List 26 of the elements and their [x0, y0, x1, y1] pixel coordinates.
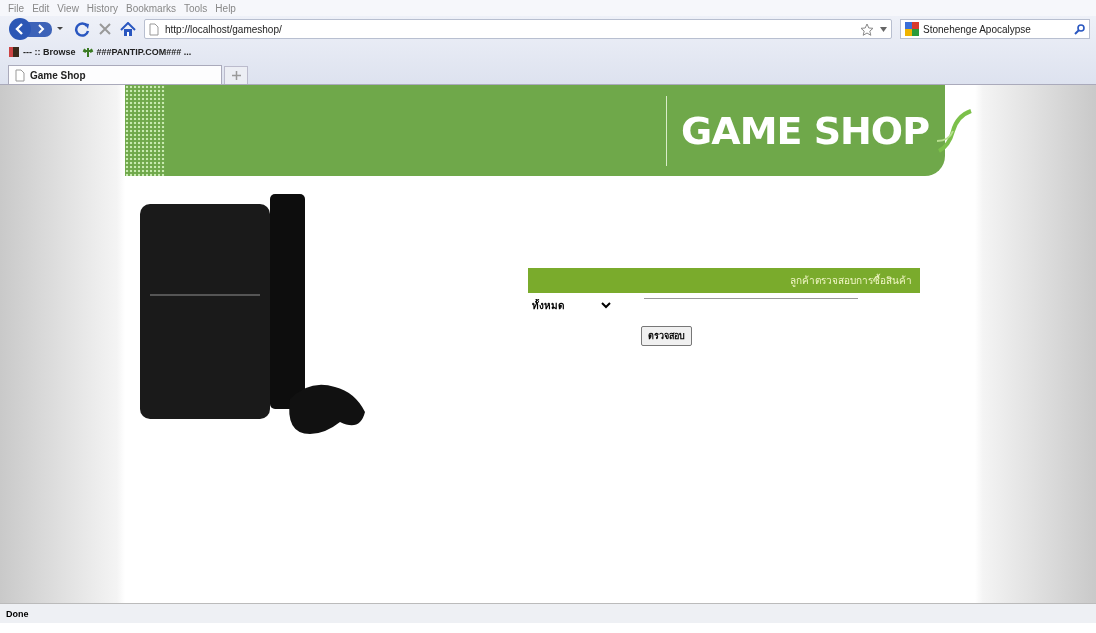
search-icon[interactable] [1074, 23, 1085, 35]
status-text: Done [0, 603, 1096, 623]
page-icon [15, 68, 25, 82]
bookmark-icon [8, 46, 20, 58]
plus-icon [231, 71, 241, 80]
logo-text: GAME SHOP [681, 108, 929, 153]
menu-item[interactable]: View [57, 2, 79, 14]
bookmark-icon [81, 46, 94, 58]
bookmark-item[interactable]: --- :: Browse [8, 46, 76, 58]
reload-icon[interactable] [74, 21, 90, 37]
section-header: ลูกค้าตรวจสอบการซื้อสินค้า [528, 268, 920, 293]
search-field[interactable]: Stonehenge Apocalypse [900, 19, 1090, 39]
dropdown-arrow-icon[interactable] [880, 26, 887, 32]
star-icon[interactable] [860, 22, 874, 36]
page-icon [149, 22, 159, 36]
bookmark-item[interactable]: ###PANTIP.COM### ... [81, 46, 192, 58]
browser-tab[interactable]: Game Shop [8, 65, 222, 84]
home-icon[interactable] [120, 21, 136, 37]
search-engine-icon [905, 22, 919, 36]
check-button[interactable]: ตรวจสอบ [641, 326, 692, 346]
menu-item[interactable]: Tools [184, 2, 208, 14]
address-bar[interactable]: http://localhost/gameshop/ [144, 19, 892, 39]
input-field[interactable] [644, 298, 858, 301]
menu-item[interactable]: Bookmarks [126, 2, 176, 14]
back-forward-button[interactable] [8, 17, 66, 41]
menu-item[interactable]: History [86, 2, 118, 14]
